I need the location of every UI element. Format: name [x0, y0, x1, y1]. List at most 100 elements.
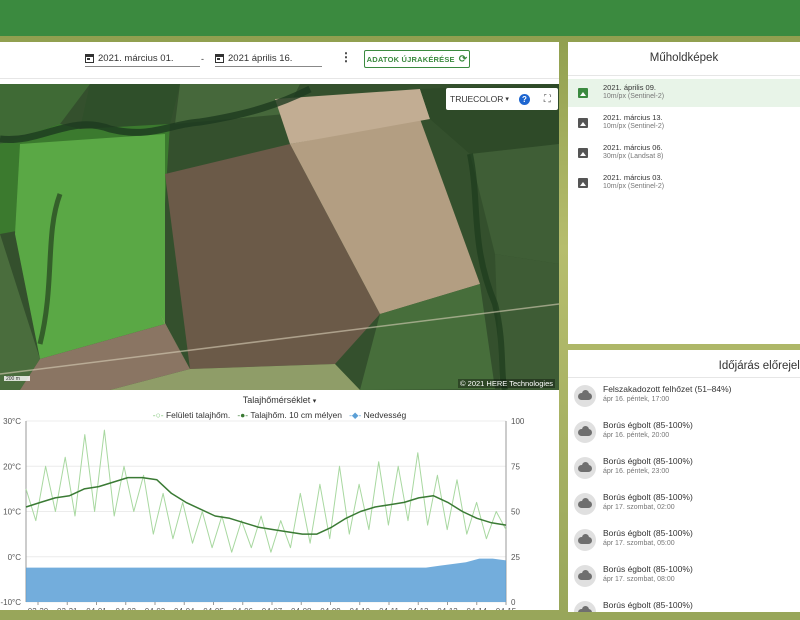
refresh-icon: ⟳: [458, 53, 468, 65]
x-tick-label: 04-01: [86, 607, 107, 610]
sat-item[interactable]: 2021. március 03. 10m/px (Sentinel-2): [568, 169, 800, 197]
map-scale-label: 200 m: [6, 376, 20, 382]
reload-data-label: ADATOK ÚJRAKÉRÉSE: [366, 54, 455, 64]
cloud-icon: [574, 601, 596, 612]
soil-temperature-chart: Talajhőmérséklet ▾ -○- Felületi talajhőm…: [0, 390, 559, 610]
calendar-icon: [215, 53, 224, 63]
main-panel: 2021. március 01. - 2021 április 16. ⋮ A…: [0, 42, 559, 610]
sat-item[interactable]: 2021. április 09. 10m/px (Sentinel-2): [568, 79, 800, 107]
cloud-icon: [574, 493, 596, 515]
sat-item-date: 2021. március 13.: [603, 113, 663, 122]
weather-desc: Borús égbolt (85-100%): [603, 492, 693, 502]
weather-item: Borús égbolt (85-100%) ápr 16. péntek, 2…: [568, 450, 800, 486]
series-surface-line: [25, 429, 507, 553]
sat-item-date: 2021. március 03.: [603, 173, 663, 182]
cloud-icon: [574, 529, 596, 551]
weather-desc: Borús égbolt (85-100%): [603, 564, 693, 574]
reload-data-button[interactable]: ADATOK ÚJRAKÉRÉSE ⟳: [364, 50, 470, 68]
weather-item: Borús égbolt (85-100%) ápr 17. szombat, …: [568, 558, 800, 594]
y-left-tick-label: -10°C: [0, 598, 21, 607]
x-tick-label: 03-31: [57, 607, 78, 610]
weather-time: ápr 17. szombat, 08:00: [603, 576, 675, 583]
layer-select-value: TRUECOLOR: [450, 94, 504, 104]
chart-plot: 30°C 20°C 10°C 0°C -10°C 100 75 50 25 0 03-30 03-31…: [0, 417, 525, 610]
x-tick-label: 04-05: [203, 607, 224, 610]
satellite-map[interactable]: 200 m © 2021 HERE Technologies: [0, 84, 559, 390]
calendar-icon: [85, 53, 94, 63]
x-tick-label: 04-14: [467, 607, 488, 610]
weather-item: Borús égbolt (85-100%): [568, 594, 800, 612]
sat-item-resolution: 10m/px (Sentinel-2): [603, 123, 665, 130]
fullscreen-icon[interactable]: ⛶: [544, 94, 551, 105]
y-right-tick-label: 75: [511, 462, 520, 471]
x-tick-label: 04-10: [350, 607, 371, 610]
caret-down-icon: ▾: [505, 96, 509, 103]
series-moisture-area: [26, 558, 506, 602]
weather-forecast-panel: Időjárás előrejelzé Felszakadozott felhő…: [568, 350, 800, 612]
date-filter-bar: 2021. március 01. - 2021 április 16. ⋮ A…: [0, 42, 559, 79]
y-left-tick-label: 30°C: [3, 417, 21, 426]
sat-item-resolution: 30m/px (Landsat 8): [603, 153, 664, 160]
x-tick-label: 04-03: [145, 607, 166, 610]
x-tick-label: 04-08: [291, 607, 312, 610]
weather-time: ápr 17. szombat, 02:00: [603, 504, 675, 511]
y-right-tick-label: 100: [511, 417, 525, 426]
sat-item-date: 2021. március 06.: [603, 143, 663, 152]
y-left-tick-label: 0°C: [8, 553, 22, 562]
image-icon: [578, 178, 588, 188]
x-tick-label: 04-02: [116, 607, 137, 610]
divider: [568, 75, 800, 76]
y-left-tick-label: 20°C: [3, 462, 21, 471]
map-attribution: © 2021 HERE Technologies: [458, 379, 555, 388]
image-icon: [578, 118, 588, 128]
weather-desc: Borús égbolt (85-100%): [603, 600, 693, 610]
top-bar: [0, 0, 800, 36]
x-tick-label: 03-30: [28, 607, 49, 610]
satellite-panel-title: Műholdképek: [649, 52, 719, 64]
weather-time: ápr 17. szombat, 05:00: [603, 540, 675, 547]
start-date-field[interactable]: 2021. március 01.: [85, 50, 200, 67]
cloud-icon: [574, 385, 596, 407]
sat-item-resolution: 10m/px (Sentinel-2): [603, 93, 665, 100]
series-deep-line: [25, 476, 507, 535]
help-icon[interactable]: ?: [518, 93, 530, 105]
y-right-tick-label: 50: [511, 508, 520, 517]
x-tick-label: 04-07: [262, 607, 283, 610]
x-tick-label: 04-15: [496, 607, 517, 610]
weather-time: ápr 16. péntek, 23:00: [603, 468, 670, 475]
image-icon: [578, 148, 588, 158]
y-left-tick-label: 10°C: [3, 508, 21, 517]
cloud-icon: [574, 565, 596, 587]
cloud-icon: [574, 457, 596, 479]
image-icon: [578, 88, 588, 98]
sat-item[interactable]: 2021. március 06. 30m/px (Landsat 8): [568, 139, 800, 167]
end-date-field[interactable]: 2021 április 16.: [215, 50, 322, 67]
date-range-separator: -: [201, 54, 204, 64]
sat-item-resolution: 10m/px (Sentinel-2): [603, 183, 665, 190]
x-tick-label: 04-04: [174, 607, 195, 610]
satellite-images-panel: Műholdképek 2021. április 09. 10m/px (Se…: [568, 42, 800, 344]
weather-item: Felszakadozott felhőzet (51–84%) ápr 16.…: [568, 378, 800, 414]
weather-item: Borús égbolt (85-100%) ápr 17. szombat, …: [568, 522, 800, 558]
x-tick-label: 04-06: [233, 607, 254, 610]
x-tick-label: 04-13: [437, 607, 458, 610]
layer-select[interactable]: TRUECOLOR ▾: [450, 94, 509, 104]
y-right-tick-label: 25: [511, 553, 520, 562]
weather-time: ápr 16. péntek, 17:00: [603, 396, 670, 403]
map-layer-controls: TRUECOLOR ▾ ? ⛶: [446, 88, 558, 110]
end-date-value: 2021 április 16.: [228, 52, 293, 64]
x-tick-label: 04-11: [379, 607, 399, 610]
sat-item[interactable]: 2021. március 13. 10m/px (Sentinel-2): [568, 109, 800, 137]
x-tick-label: 04-09: [320, 607, 341, 610]
more-options-icon[interactable]: ⋮: [340, 51, 352, 63]
weather-panel-title: Időjárás előrejelzé: [718, 360, 800, 372]
weather-desc: Borús égbolt (85-100%): [603, 528, 693, 538]
cloud-icon: [574, 421, 596, 443]
x-tick-label: 04-12: [408, 607, 429, 610]
weather-desc: Borús égbolt (85-100%): [603, 420, 693, 430]
weather-desc: Borús égbolt (85-100%): [603, 456, 693, 466]
sat-item-date: 2021. április 09.: [603, 83, 656, 92]
map-imagery: [0, 84, 559, 390]
weather-item: Borús égbolt (85-100%) ápr 16. péntek, 2…: [568, 414, 800, 450]
weather-time: ápr 16. péntek, 20:00: [603, 432, 670, 439]
